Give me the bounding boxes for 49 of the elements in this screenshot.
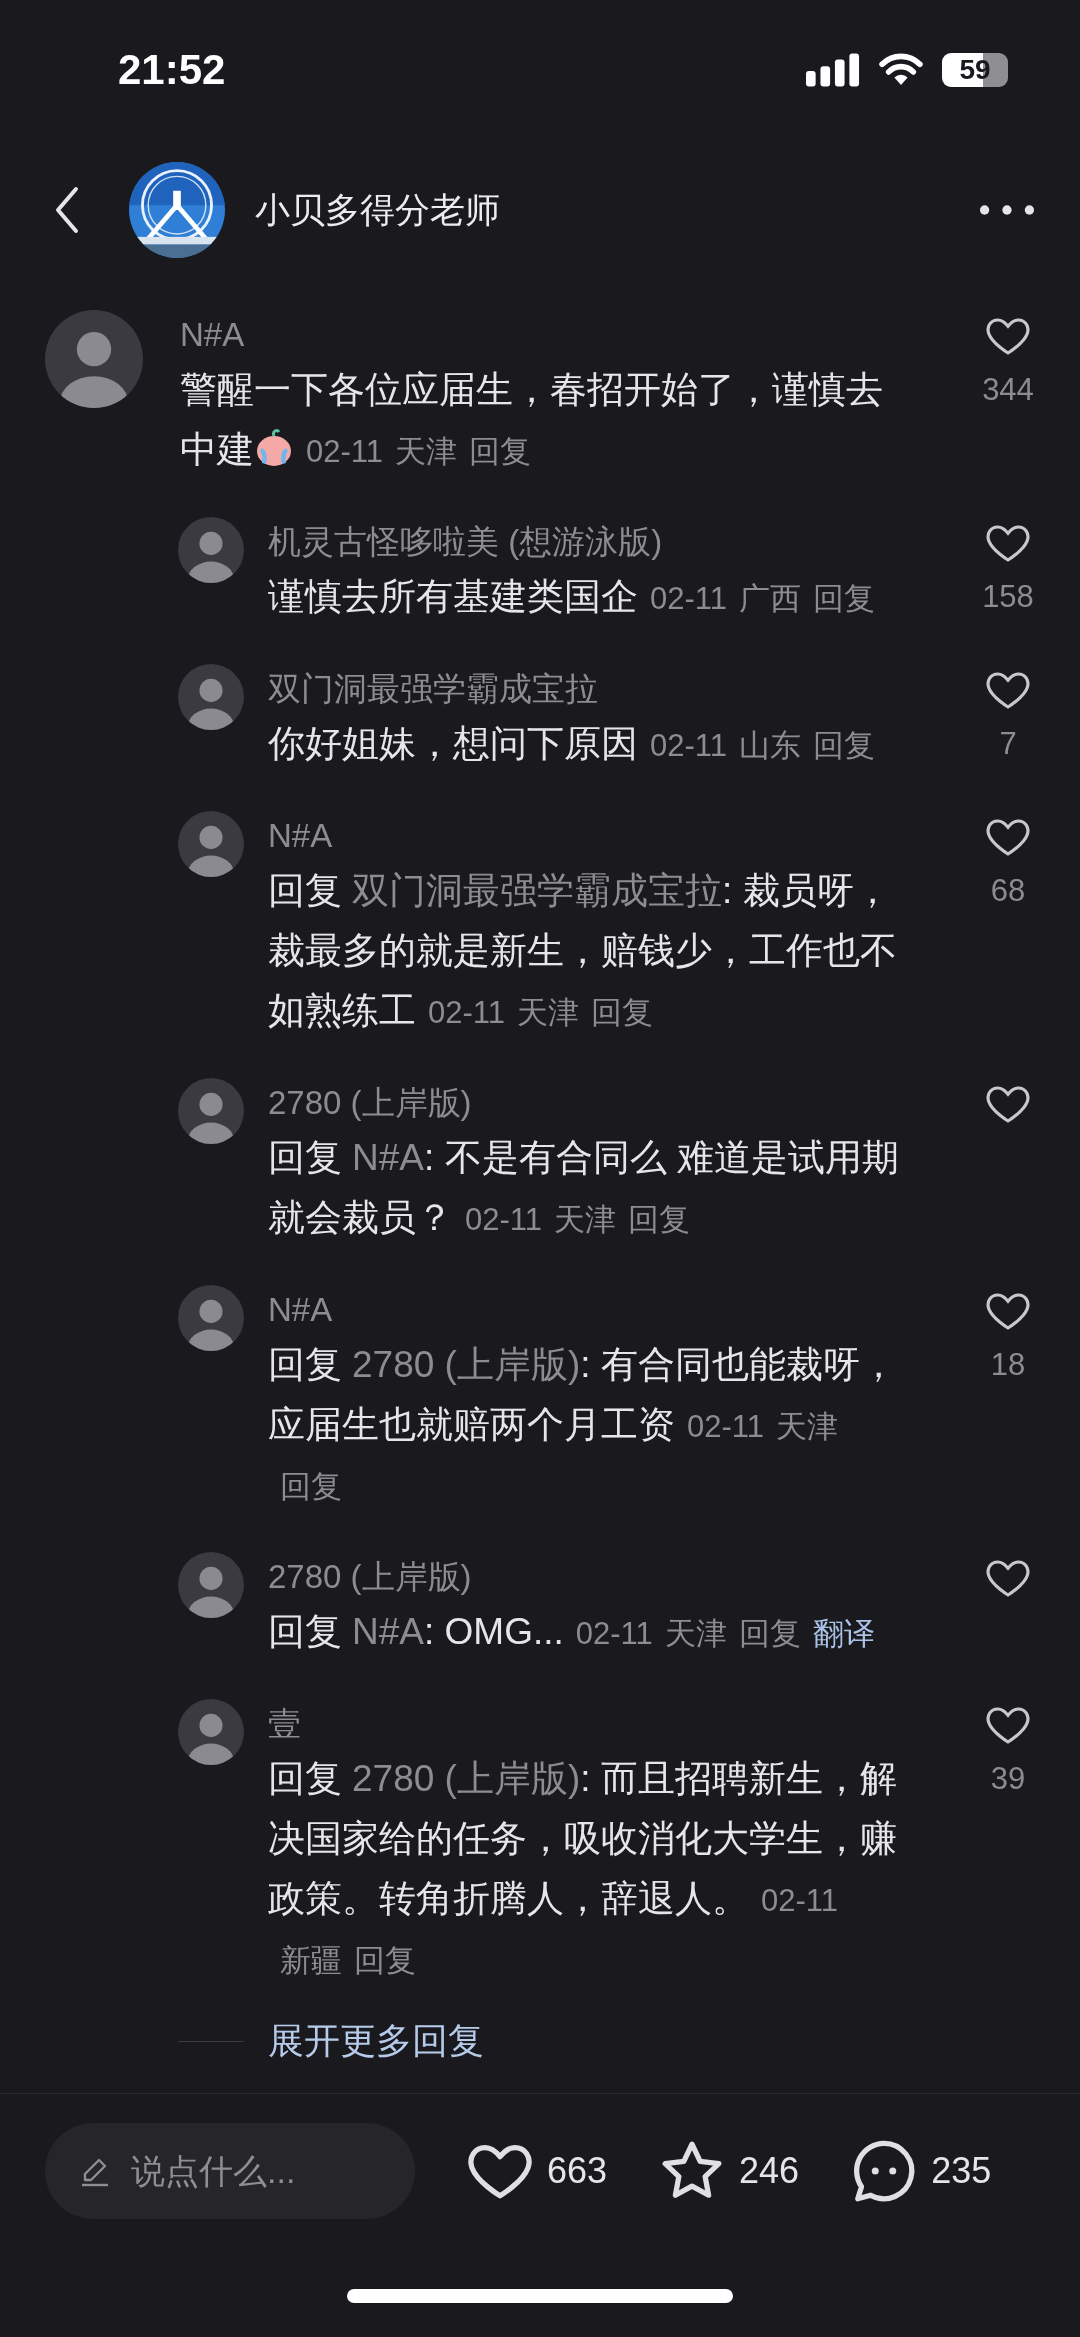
author-name[interactable]: 双门洞最强学霸成宝拉: [268, 664, 906, 714]
mention-link[interactable]: 双门洞最强学霸成宝拉: [352, 870, 722, 911]
reply-link[interactable]: 回复: [813, 728, 875, 763]
comment-text: 你好姐妹，想问下原因 02-11 山东 回复: [268, 722, 876, 766]
like-count: 7: [999, 725, 1017, 763]
battery-icon: 59: [942, 53, 1008, 87]
mention-link[interactable]: 2780 (上岸版): [352, 1758, 581, 1799]
mention-link[interactable]: N#A: [352, 1611, 424, 1652]
author-name[interactable]: N#A: [180, 310, 905, 360]
mention-link[interactable]: 2780 (上岸版): [352, 1344, 581, 1385]
like-count: 158: [982, 578, 1034, 616]
comment-text: 警醒一下各位应届生，春招开始了，谨慎去中建 02-11 天津 回复: [180, 368, 884, 472]
author-name[interactable]: 壹: [268, 1699, 906, 1749]
reply-link[interactable]: 回复: [469, 434, 531, 469]
signal-icon: [806, 53, 860, 87]
comment-text: 回复 2780 (上岸版): 而且招聘新生，解决国家给的任务，吸收消化大学生，赚政策。转角折腾人，辞退人。 02-11 新疆 回复: [268, 1757, 898, 1980]
comment-text: 回复 2780 (上岸版): 有合同也能裁呀，应届生也就赔两个月工资 02-11 天津 回复: [268, 1343, 898, 1506]
account-name: 小贝多得分老师: [255, 188, 500, 231]
author-name[interactable]: N#A: [268, 1285, 906, 1335]
clock-time: 21:52: [118, 46, 226, 94]
author-name[interactable]: N#A: [268, 811, 906, 861]
comment-text: 回复 N#A: 不是有合同么 难道是试用期就会裁员？ 02-11 天津 回复: [268, 1136, 900, 1240]
reply-link[interactable]: 回复: [354, 1943, 416, 1978]
mention-link[interactable]: N#A: [352, 1137, 424, 1178]
action-count: 235: [931, 2150, 992, 2192]
author-name[interactable]: 机灵古怪哆啦美 (想游泳版): [268, 517, 906, 567]
action-count: 663: [547, 2150, 608, 2192]
reply-link[interactable]: 回复: [628, 1202, 690, 1237]
like-count: 68: [990, 872, 1026, 910]
reply-link[interactable]: 回复: [280, 1469, 342, 1504]
comment-text: 回复 双门洞最强学霸成宝拉: 裁员呀，裁最多的就是新生，赔钱少，工作也不如熟练工 02-11 天津 回复: [268, 869, 898, 1033]
comment-field[interactable]: 说点什么...: [45, 2123, 415, 2219]
wifi-icon: [878, 53, 924, 87]
back-icon[interactable]: [55, 186, 79, 234]
action-count: 246: [739, 2150, 800, 2192]
reply-link[interactable]: 回复: [813, 581, 875, 616]
author-name[interactable]: 2780 (上岸版): [268, 1078, 906, 1128]
translate-link[interactable]: 翻译: [812, 1616, 875, 1651]
reply-link[interactable]: 回复: [738, 1616, 801, 1651]
like-count: 344: [982, 371, 1034, 409]
comment-input[interactable]: 说点什么...: [131, 2151, 391, 2191]
more-icon[interactable]: [979, 204, 1035, 216]
author-name[interactable]: 2780 (上岸版): [268, 1552, 906, 1602]
comment-text: 谨慎去所有基建类国企 02-11 广西 回复: [268, 575, 876, 619]
comment-text: 回复 N#A: OMG... 02-11 天津 回复 翻译: [268, 1610, 876, 1654]
reply-link[interactable]: 回复: [591, 995, 653, 1030]
like-count: 39: [990, 1760, 1026, 1798]
expand-replies-link[interactable]: 展开更多回复: [268, 2016, 484, 2066]
like-count: 18: [990, 1346, 1026, 1384]
